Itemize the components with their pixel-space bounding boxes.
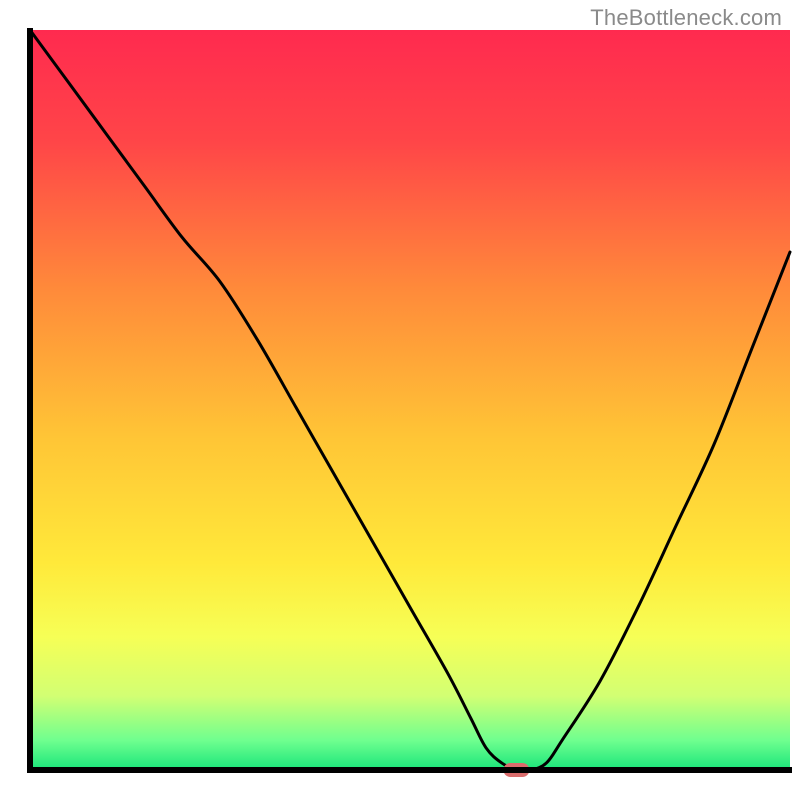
chart-background bbox=[30, 30, 790, 770]
chart-container: TheBottleneck.com bbox=[0, 0, 800, 800]
bottleneck-chart bbox=[0, 0, 800, 800]
